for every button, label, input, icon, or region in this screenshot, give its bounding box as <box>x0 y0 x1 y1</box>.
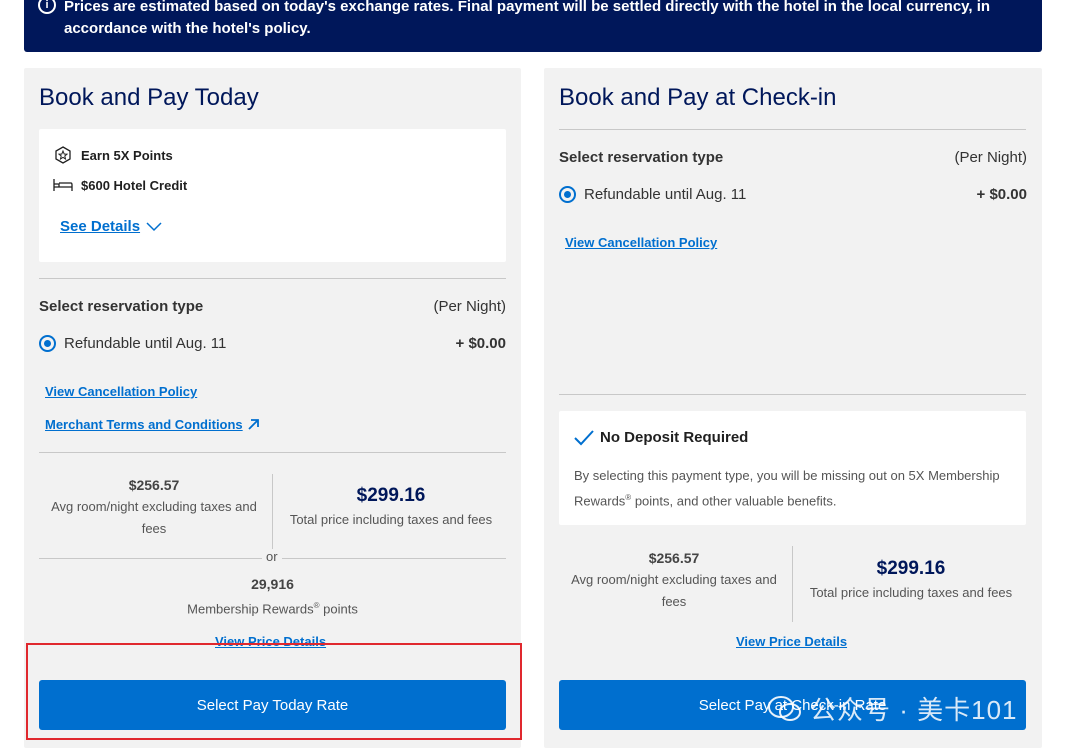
see-details-link[interactable]: See Details <box>60 218 162 235</box>
card-title: Book and Pay at Check-in <box>559 84 837 111</box>
points-amount: 29,916 <box>251 576 294 592</box>
info-icon: i <box>38 0 56 14</box>
points-caption: Membership Rewards® points <box>187 601 358 617</box>
benefit-label: $600 Hotel Credit <box>81 177 188 193</box>
option-price: + $0.00 <box>976 186 1027 203</box>
checkmark-icon <box>574 429 594 445</box>
no-deposit-box: No Deposit Required By selecting this pa… <box>559 411 1026 525</box>
points-block: 29,916 Membership Rewards® points <box>39 573 506 620</box>
divider <box>559 394 1026 395</box>
option-price: + $0.00 <box>455 335 506 352</box>
merchant-terms-label: Merchant Terms and Conditions <box>45 417 243 432</box>
benefit-label: Earn 5X Points <box>81 147 173 163</box>
avg-caption: Avg room/night excluding taxes and fees <box>51 499 257 536</box>
option-label: Refundable until Aug. 11 <box>584 186 747 203</box>
total-price: $299.16 <box>876 558 946 579</box>
no-deposit-title: No Deposit Required <box>574 429 748 446</box>
external-link-icon <box>248 418 259 430</box>
reservation-type-label: Select reservation type <box>39 298 204 315</box>
divider <box>39 452 506 453</box>
avg-price: $256.57 <box>648 550 700 566</box>
see-details-label: See Details <box>60 218 141 235</box>
view-cancellation-policy-link[interactable]: View Cancellation Policy <box>45 384 197 399</box>
no-deposit-description: By selecting this payment type, you will… <box>574 468 1000 509</box>
divider <box>39 278 506 279</box>
merchant-terms-link[interactable]: Merchant Terms and Conditions <box>45 417 260 432</box>
refundable-option[interactable]: Refundable until Aug. 11 <box>559 186 746 203</box>
banner-text: Prices are estimated based on today's ex… <box>64 0 991 37</box>
option-label: Refundable until Aug. 11 <box>64 335 227 352</box>
bed-icon <box>53 176 73 194</box>
per-night-label: (Per Night) <box>954 149 1027 166</box>
avg-price-block: $256.57 Avg room/night excluding taxes a… <box>39 474 269 540</box>
vertical-divider <box>272 474 273 550</box>
avg-caption: Avg room/night excluding taxes and fees <box>571 572 777 609</box>
card-title: Book and Pay Today <box>39 84 259 111</box>
avg-price-block: $256.57 Avg room/night excluding taxes a… <box>559 547 789 613</box>
per-night-label: (Per Night) <box>433 298 506 315</box>
star-badge-icon <box>53 146 73 164</box>
watermark: 公众号 · 美卡101 <box>768 690 1018 727</box>
benefit-credit: $600 Hotel Credit <box>53 176 187 194</box>
radio-selected-icon[interactable] <box>559 186 576 203</box>
total-caption: Total price including taxes and fees <box>289 512 493 527</box>
divider <box>559 129 1026 130</box>
reservation-type-label: Select reservation type <box>559 149 724 166</box>
pay-at-checkin-card: Book and Pay at Check-in Select reservat… <box>544 68 1042 748</box>
benefits-box: Earn 5X Points $600 Hotel Credit See Det… <box>39 129 506 262</box>
view-price-details-link[interactable]: View Price Details <box>736 634 847 649</box>
page: i Prices are estimated based on today's … <box>0 0 1080 751</box>
chevron-down-icon <box>146 221 162 231</box>
refundable-option[interactable]: Refundable until Aug. 11 <box>39 335 226 352</box>
wechat-icon <box>768 695 801 721</box>
total-price-block: $299.16 Total price including taxes and … <box>796 556 1026 604</box>
total-caption: Total price including taxes and fees <box>809 585 1013 600</box>
highlight-box <box>26 643 522 740</box>
total-price-block: $299.16 Total price including taxes and … <box>276 483 506 531</box>
exchange-rate-banner: i Prices are estimated based on today's … <box>24 0 1042 52</box>
or-label: or <box>262 549 282 564</box>
radio-selected-icon[interactable] <box>39 335 56 352</box>
avg-price: $256.57 <box>128 477 180 493</box>
vertical-divider <box>792 546 793 622</box>
benefit-points: Earn 5X Points <box>53 146 173 164</box>
view-cancellation-policy-link[interactable]: View Cancellation Policy <box>565 235 717 250</box>
total-price: $299.16 <box>356 485 426 506</box>
